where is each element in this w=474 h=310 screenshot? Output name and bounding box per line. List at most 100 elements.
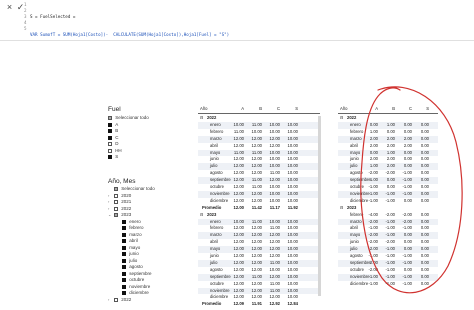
table-cell: 10.00 (269, 149, 280, 155)
table-cell: 10.00 (251, 128, 262, 134)
table-cell: 12.00 (269, 135, 280, 141)
table-cell: 12.84 (287, 301, 298, 307)
table-cell: 12.00 (233, 204, 244, 210)
table-cell: 12.00 (269, 239, 280, 245)
checkbox[interactable] (114, 193, 119, 198)
table-cell: 10.00 (269, 218, 280, 224)
table-row: marzo 12.00 12.00 12.00 10.00 (198, 135, 320, 143)
checkbox[interactable] (108, 122, 113, 127)
table-row: enero 10.00 11.00 10.00 10.00 (198, 121, 320, 129)
collapse-icon[interactable]: ⊟ (200, 115, 205, 122)
collapse-icon[interactable]: ⊟ (340, 115, 345, 122)
table-cell: 12.00 (233, 280, 244, 286)
cancel-icon[interactable]: × (4, 2, 15, 13)
table-cell: 12.00 (233, 170, 244, 176)
table-row: septiembre 12.00 11.00 12.00 10.00 (198, 177, 320, 184)
table-cell: 10.00 (287, 246, 298, 252)
table-cell: 10.00 (287, 280, 298, 286)
slicer-item-label: diciembre (129, 290, 149, 295)
table-row: febrero 11.00 10.00 10.00 10.00 (198, 129, 320, 136)
collapse-icon[interactable]: ⊟ (340, 205, 345, 212)
table-row: diciembre 12.00 12.00 10.00 10.00 (198, 198, 320, 205)
table-cell: 12.00 (233, 273, 244, 279)
checkbox[interactable] (122, 284, 127, 289)
table-cell: 12.00 (269, 246, 280, 252)
table-cell: 12.00 (251, 170, 262, 176)
table-row: enero 10.00 11.00 10.00 10.00 (198, 218, 320, 226)
table-row: junio 12.00 12.00 12.00 10.00 (198, 253, 320, 260)
row-label: 2022 (207, 115, 217, 120)
collapse-icon[interactable]: ⊟ (200, 212, 205, 219)
checkbox[interactable] (122, 245, 127, 250)
table-cell: 12.00 (251, 266, 262, 272)
scrollbar[interactable] (318, 116, 321, 296)
table-cell: 12.00 (251, 163, 262, 169)
matrix-table-costs[interactable]: Año A B C S ⊟ 2022 enero 10.00 11.00 10.00 10.00 feb… (198, 106, 320, 306)
formula-bar: × ✓ 1 2 3 4 5 S = FuelSelected = VAR Sum… (0, 0, 474, 85)
checkbox[interactable] (122, 252, 127, 257)
table-row: marzo 12.00 12.00 12.00 10.00 (198, 232, 320, 240)
table-cell: 11.00 (269, 280, 280, 286)
table-cell: 12.00 (251, 142, 262, 148)
slicer-item[interactable]: › 2022 (108, 297, 188, 304)
table-cell: 12.00 (251, 225, 262, 231)
checkbox[interactable] (122, 278, 127, 283)
table-cell: 10.00 (287, 294, 298, 300)
table-cell: 10.00 (287, 239, 298, 245)
total-row: Promedio 12.09 11.91 12.92 12.84 (198, 301, 320, 308)
checkbox[interactable] (114, 200, 119, 205)
table-cell: 10.00 (269, 121, 280, 127)
checkbox[interactable] (122, 239, 127, 244)
table-cell: 12.00 (269, 294, 280, 300)
table-header: Año A B C S (198, 106, 320, 114)
checkbox[interactable] (122, 265, 127, 270)
table-cell: 10.00 (269, 197, 280, 203)
column-header[interactable]: A (228, 106, 244, 113)
table-row: agosto 12.00 12.00 11.00 10.00 (198, 170, 320, 177)
table-cell: 12.00 (233, 287, 244, 293)
checkbox[interactable] (114, 187, 119, 192)
code-line-2: VAR SumofT = SUM(Hoja1[Costo])- CALCULAT… (30, 32, 230, 37)
table-cell: 12.00 (233, 135, 244, 141)
checkbox[interactable] (108, 148, 113, 153)
checkbox[interactable] (122, 219, 127, 224)
table-cell: 10.00 (287, 190, 298, 196)
checkbox[interactable] (108, 135, 113, 140)
table-cell: 10.00 (269, 128, 280, 134)
table-row: octubre 12.00 11.00 10.00 10.00 (198, 184, 320, 191)
checkbox[interactable] (108, 155, 113, 160)
column-header[interactable]: C (264, 106, 280, 113)
table-cell: 10.00 (269, 156, 280, 162)
table-cell: 12.00 (251, 197, 262, 203)
checkbox[interactable] (108, 129, 113, 134)
total-row: Promedio 12.00 11.42 11.17 11.92 (198, 205, 320, 212)
checkbox[interactable] (122, 226, 127, 231)
checkbox[interactable] (108, 142, 113, 147)
checkbox[interactable] (122, 232, 127, 237)
table-cell: 10.00 (287, 232, 298, 238)
checkbox[interactable] (122, 271, 127, 276)
column-header[interactable]: S (282, 106, 298, 113)
column-header[interactable]: B (246, 106, 262, 113)
table-cell: 11.42 (251, 204, 262, 210)
group-row: ⊟ 2022 (198, 115, 320, 122)
table-cell: 12.00 (251, 190, 262, 196)
slicer-item[interactable]: S (108, 154, 188, 161)
table-cell: 10.00 (287, 253, 298, 258)
slicer-item-label: Seleccionar todo (115, 115, 149, 120)
checkbox[interactable] (114, 297, 119, 302)
checkbox[interactable] (114, 213, 119, 218)
table-cell: 11.00 (251, 149, 262, 155)
table-cell: 10.00 (287, 149, 298, 155)
table-cell: 11.00 (251, 121, 262, 127)
checkbox[interactable] (122, 291, 127, 296)
table-row: abril 12.00 12.00 12.00 10.00 (198, 239, 320, 246)
table-cell: 12.00 (233, 246, 244, 252)
checkbox[interactable] (108, 116, 113, 121)
table-cell: 12.00 (233, 294, 244, 300)
table-cell: 10.00 (287, 197, 298, 203)
checkbox[interactable] (122, 258, 127, 263)
table-cell: 12.00 (233, 190, 244, 196)
checkbox[interactable] (114, 206, 119, 211)
table-row: noviembre 12.00 12.00 10.00 10.00 (198, 190, 320, 198)
